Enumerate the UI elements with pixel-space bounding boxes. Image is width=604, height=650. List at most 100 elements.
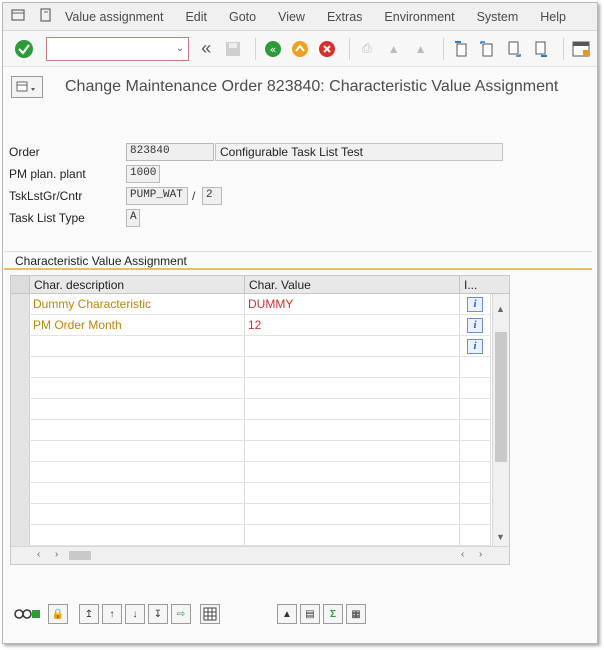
exit-button[interactable]: [289, 38, 311, 60]
command-field[interactable]: ⌄: [45, 36, 190, 61]
char-description-cell: [30, 399, 245, 419]
info-icon[interactable]: i: [467, 296, 483, 312]
char-value-cell[interactable]: [245, 441, 460, 461]
scroll-right-icon[interactable]: ›: [55, 549, 58, 560]
window-menu-icon[interactable]: [9, 9, 27, 24]
char-description-cell: [30, 357, 245, 377]
horizontal-scroll-thumb[interactable]: [69, 551, 91, 560]
char-value-cell[interactable]: [245, 420, 460, 440]
tasklist-type-field: A: [126, 209, 140, 227]
table-row: i: [11, 336, 491, 357]
info-cell: i: [460, 336, 491, 356]
tasklist-type-label: Task List Type: [9, 211, 85, 225]
row-selector[interactable]: [11, 378, 30, 398]
char-value-cell[interactable]: [245, 462, 460, 482]
scroll-right-end-icon[interactable]: ›: [479, 549, 482, 560]
row-selector[interactable]: [11, 483, 30, 503]
menu-system[interactable]: System: [477, 10, 519, 24]
info-cell: [460, 420, 491, 440]
char-value-cell[interactable]: [245, 357, 460, 377]
char-value-cell[interactable]: [245, 336, 460, 356]
info-icon[interactable]: i: [467, 317, 483, 333]
row-selector[interactable]: [11, 315, 30, 335]
find-next-icon[interactable]: ▲: [410, 38, 432, 60]
char-value-cell[interactable]: [245, 525, 460, 545]
menu-environment[interactable]: Environment: [384, 10, 454, 24]
info-cell: [460, 483, 491, 503]
new-session-icon[interactable]: [570, 38, 592, 60]
order-label: Order: [9, 145, 40, 159]
char-value-cell[interactable]: [245, 483, 460, 503]
row-selector[interactable]: [11, 504, 30, 524]
first-page-icon[interactable]: [450, 38, 472, 60]
info-cell: [460, 357, 491, 377]
scroll-down-icon[interactable]: ▼: [496, 532, 505, 542]
char-value-cell[interactable]: [245, 399, 460, 419]
char-description-cell: Dummy Characteristic: [30, 294, 245, 314]
insert-row-button[interactable]: ⇨: [171, 604, 191, 624]
row-selector[interactable]: [11, 294, 30, 314]
find-icon[interactable]: ▲: [383, 38, 405, 60]
row-selector[interactable]: [11, 525, 30, 545]
menu-help[interactable]: Help: [540, 10, 566, 24]
chevron-down-icon[interactable]: ⌄: [176, 43, 184, 54]
scroll-up-icon[interactable]: ▲: [496, 304, 505, 314]
find-button[interactable]: ▲: [277, 604, 297, 624]
scroll-left-icon[interactable]: ‹: [37, 549, 40, 560]
select-all-cell[interactable]: [11, 276, 30, 293]
first-item-button[interactable]: ↥: [79, 604, 99, 624]
menu-options-button[interactable]: [11, 76, 43, 98]
row-selector[interactable]: [11, 420, 30, 440]
previous-item-icon: ↑: [109, 608, 115, 620]
horizontal-scrollbar[interactable]: ‹ › ‹ ›: [11, 546, 509, 564]
table-settings-button[interactable]: [200, 604, 220, 624]
char-description-cell: [30, 462, 245, 482]
last-page-icon[interactable]: [530, 38, 552, 60]
row-selector[interactable]: [11, 399, 30, 419]
sum-button[interactable]: Σ: [323, 604, 343, 624]
document-button[interactable]: ▦: [346, 604, 366, 624]
row-selector[interactable]: [11, 336, 30, 356]
previous-page-icon[interactable]: [476, 38, 498, 60]
char-description-cell: [30, 336, 245, 356]
print-icon[interactable]: ⎙: [356, 38, 378, 60]
table-row: [11, 462, 491, 483]
next-item-button[interactable]: ↓: [125, 604, 145, 624]
next-page-icon[interactable]: [503, 38, 525, 60]
status-indicator-icon[interactable]: [14, 608, 42, 620]
enter-button[interactable]: [13, 38, 35, 60]
collapse-arrows-icon[interactable]: «: [195, 38, 217, 60]
table-row: PM Order Month 12 i: [11, 315, 491, 336]
menu-extras[interactable]: Extras: [327, 10, 362, 24]
lock-button[interactable]: 🔒: [48, 604, 68, 624]
previous-item-button[interactable]: ↑: [102, 604, 122, 624]
menu-view[interactable]: View: [278, 10, 305, 24]
char-value-cell[interactable]: [245, 378, 460, 398]
char-value-cell[interactable]: 12: [245, 315, 460, 335]
menu-goto[interactable]: Goto: [229, 10, 256, 24]
table-grid-icon: [203, 607, 217, 621]
checkmark-icon: [14, 39, 33, 58]
bottom-toolbar: 🔒 ↥ ↑ ↓ ↧ ⇨ ▲ ▤ Σ ▦: [14, 603, 369, 625]
info-icon[interactable]: i: [467, 338, 483, 354]
char-value-cell[interactable]: DUMMY: [245, 294, 460, 314]
column-header-value[interactable]: Char. Value: [245, 276, 460, 293]
details-button[interactable]: ▤: [300, 604, 320, 624]
scroll-left-end-icon[interactable]: ‹: [461, 549, 464, 560]
char-value-cell[interactable]: [245, 504, 460, 524]
row-selector[interactable]: [11, 357, 30, 377]
save-icon[interactable]: [222, 38, 244, 60]
row-selector[interactable]: [11, 462, 30, 482]
customize-menu-icon[interactable]: [37, 8, 55, 25]
toolbar-separator: [255, 37, 257, 60]
back-button[interactable]: «: [262, 38, 284, 60]
menu-value-assignment[interactable]: Value assignment: [65, 10, 163, 24]
cancel-button[interactable]: [316, 38, 338, 60]
menu-edit[interactable]: Edit: [185, 10, 207, 24]
vertical-scroll-thumb[interactable]: [495, 332, 507, 462]
last-item-button[interactable]: ↧: [148, 604, 168, 624]
column-header-info[interactable]: I...: [460, 276, 491, 293]
row-selector[interactable]: [11, 441, 30, 461]
column-header-description[interactable]: Char. description: [30, 276, 245, 293]
vertical-scrollbar[interactable]: ▲ ▼: [492, 294, 509, 546]
